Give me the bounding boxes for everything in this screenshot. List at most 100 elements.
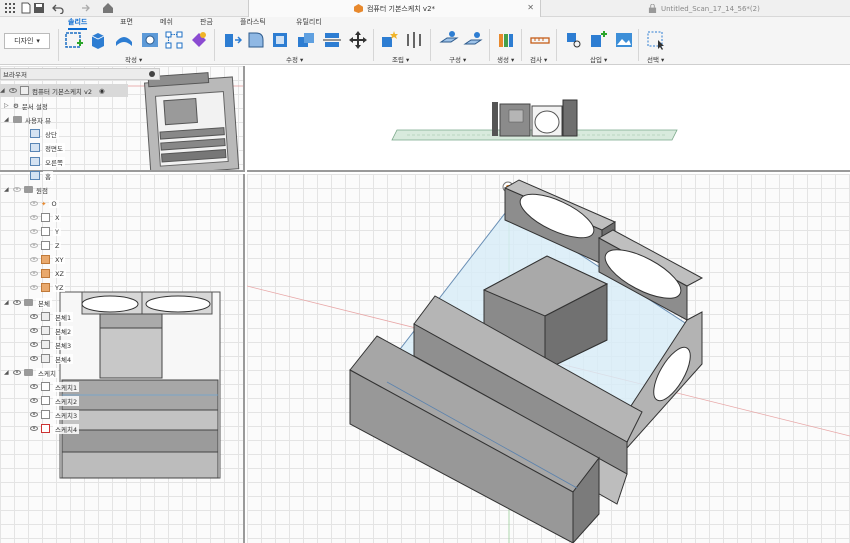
fillet-icon[interactable] bbox=[246, 30, 266, 50]
combine-icon[interactable] bbox=[296, 30, 316, 50]
visibility-eye-icon[interactable] bbox=[30, 285, 38, 290]
form-icon[interactable] bbox=[189, 30, 209, 50]
visibility-eye-icon[interactable] bbox=[9, 88, 17, 93]
tree-origin-xy[interactable]: XY bbox=[30, 253, 66, 266]
tree-sketch-4[interactable]: 스케치4 bbox=[30, 422, 80, 435]
insert-link-icon[interactable] bbox=[564, 30, 584, 50]
tree-sketch-2[interactable]: 스케치2 bbox=[30, 394, 80, 407]
create-sketch-icon[interactable] bbox=[64, 30, 84, 50]
tree-doc-settings[interactable]: ▷ ⚙ 문서 설정 bbox=[4, 99, 48, 112]
visibility-eye-icon[interactable] bbox=[30, 257, 38, 262]
file-icon[interactable] bbox=[20, 2, 32, 14]
undo-icon[interactable] bbox=[52, 2, 64, 14]
tree-body-2[interactable]: 본체2 bbox=[30, 324, 74, 337]
browser-header[interactable]: 브라우저 bbox=[0, 68, 160, 80]
tab-utility[interactable]: 유틸리티 bbox=[296, 17, 322, 27]
chevron-down-icon[interactable]: ◢ bbox=[4, 186, 10, 193]
fabricate-icon[interactable] bbox=[496, 30, 516, 50]
group-label-insert[interactable]: 삽입 ▾ bbox=[590, 54, 607, 64]
tab-plastic[interactable]: 플라스틱 bbox=[240, 17, 266, 27]
visibility-eye-icon[interactable] bbox=[13, 370, 21, 375]
redo-icon[interactable] bbox=[78, 2, 90, 14]
visibility-eye-icon[interactable] bbox=[30, 384, 38, 389]
chevron-right-icon[interactable]: ▷ bbox=[4, 102, 10, 109]
tab-sheet-metal[interactable]: 판금 bbox=[200, 17, 213, 27]
hole-icon[interactable] bbox=[140, 30, 160, 50]
visibility-eye-icon[interactable] bbox=[30, 412, 38, 417]
chevron-down-icon[interactable]: ◢ bbox=[4, 116, 10, 123]
align-icon[interactable] bbox=[322, 30, 342, 50]
tab-solid[interactable]: 솔리드 bbox=[68, 17, 88, 30]
visibility-eye-icon[interactable] bbox=[30, 243, 38, 248]
group-label-assemble[interactable]: 조립 ▾ bbox=[392, 54, 409, 64]
tree-document[interactable]: ◢ 컴퓨터 기본스케치 v2 ◉ bbox=[0, 84, 128, 97]
visibility-eye-icon[interactable] bbox=[30, 314, 38, 319]
pattern-icon[interactable] bbox=[164, 30, 184, 50]
grid-menu-icon[interactable] bbox=[4, 2, 16, 14]
offset-plane-icon[interactable] bbox=[439, 30, 459, 50]
visibility-eye-icon[interactable] bbox=[30, 426, 38, 431]
tree-origin-point[interactable]: ✦ O bbox=[30, 197, 59, 210]
visibility-eye-icon[interactable] bbox=[30, 328, 38, 333]
viewport-front[interactable] bbox=[247, 66, 850, 172]
tab-surface[interactable]: 표면 bbox=[120, 17, 133, 27]
tree-view-top[interactable]: 상단 bbox=[30, 127, 59, 140]
group-label-construct[interactable]: 구성 ▾ bbox=[449, 54, 466, 64]
group-label-inspect[interactable]: 검사 ▾ bbox=[530, 54, 547, 64]
extrude-icon[interactable] bbox=[88, 30, 108, 50]
visibility-eye-icon[interactable] bbox=[30, 271, 38, 276]
shell-icon[interactable] bbox=[270, 30, 290, 50]
tree-origin-x[interactable]: X bbox=[30, 211, 62, 224]
insert-derive-icon[interactable] bbox=[589, 30, 609, 50]
tree-named-views[interactable]: ◢ 사용자 뷰 bbox=[4, 113, 51, 126]
save-icon[interactable] bbox=[33, 2, 45, 14]
tab-mesh[interactable]: 메쉬 bbox=[160, 17, 173, 27]
close-icon[interactable]: ✕ bbox=[527, 3, 534, 12]
move-icon[interactable] bbox=[348, 30, 368, 50]
visibility-eye-icon[interactable] bbox=[30, 342, 38, 347]
radio-active-icon[interactable]: ◉ bbox=[99, 87, 105, 95]
workspace-dropdown[interactable]: 디자인 ▾ bbox=[4, 33, 50, 49]
tree-sketches[interactable]: ◢ 스케치 bbox=[4, 366, 58, 379]
group-label-modify[interactable]: 수정 ▾ bbox=[286, 54, 303, 64]
group-label-fabricate[interactable]: 생성 ▾ bbox=[497, 54, 514, 64]
visibility-eye-icon[interactable] bbox=[30, 229, 38, 234]
visibility-eye-icon[interactable] bbox=[30, 356, 38, 361]
tree-view-home[interactable]: 홈 bbox=[30, 169, 53, 182]
measure-icon[interactable] bbox=[530, 30, 550, 50]
viewport-perspective[interactable] bbox=[247, 174, 850, 543]
tree-sketch-3[interactable]: 스케치3 bbox=[30, 408, 80, 421]
group-label-select[interactable]: 선택 ▾ bbox=[647, 54, 664, 64]
collapse-icon[interactable] bbox=[149, 71, 155, 77]
tree-origin[interactable]: ◢ 원점 bbox=[4, 183, 48, 196]
revolve-icon[interactable] bbox=[114, 30, 134, 50]
chevron-down-icon[interactable]: ◢ bbox=[4, 299, 10, 306]
visibility-eye-icon[interactable] bbox=[30, 398, 38, 403]
chevron-down-icon[interactable]: ◢ bbox=[4, 369, 10, 376]
visibility-eye-icon[interactable] bbox=[30, 201, 38, 206]
joint-icon[interactable] bbox=[404, 30, 424, 50]
plane-at-angle-icon[interactable] bbox=[463, 30, 483, 50]
tree-origin-y[interactable]: Y bbox=[30, 225, 61, 238]
tree-bodies[interactable]: ◢ 본체 bbox=[4, 296, 52, 309]
tree-origin-yz[interactable]: YZ bbox=[30, 281, 66, 294]
tree-body-4[interactable]: 본체4 bbox=[30, 352, 74, 365]
tree-origin-xz[interactable]: XZ bbox=[30, 267, 66, 280]
tree-body-1[interactable]: 본체1 bbox=[30, 310, 74, 323]
chevron-down-icon[interactable]: ◢ bbox=[0, 87, 6, 94]
insert-image-icon[interactable] bbox=[614, 30, 634, 50]
tree-origin-z[interactable]: Z bbox=[30, 239, 62, 252]
document-tab-active[interactable]: 컴퓨터 기본스케치 v2* ✕ bbox=[248, 0, 541, 17]
tree-view-right[interactable]: 오른쪽 bbox=[30, 155, 65, 168]
visibility-eye-icon[interactable] bbox=[30, 215, 38, 220]
group-label-create[interactable]: 작성 ▾ bbox=[125, 54, 142, 64]
home-icon[interactable] bbox=[102, 2, 114, 14]
press-pull-icon[interactable] bbox=[222, 30, 242, 50]
tree-sketch-1[interactable]: 스케치1 bbox=[30, 380, 80, 393]
select-icon[interactable] bbox=[646, 30, 666, 50]
visibility-eye-icon[interactable] bbox=[13, 300, 21, 305]
visibility-eye-icon[interactable] bbox=[13, 187, 21, 192]
new-component-icon[interactable] bbox=[379, 30, 399, 50]
tree-body-3[interactable]: 본체3 bbox=[30, 338, 74, 351]
document-tab-inactive[interactable]: Untitled_Scan_17_14_56*(2) bbox=[640, 0, 850, 17]
